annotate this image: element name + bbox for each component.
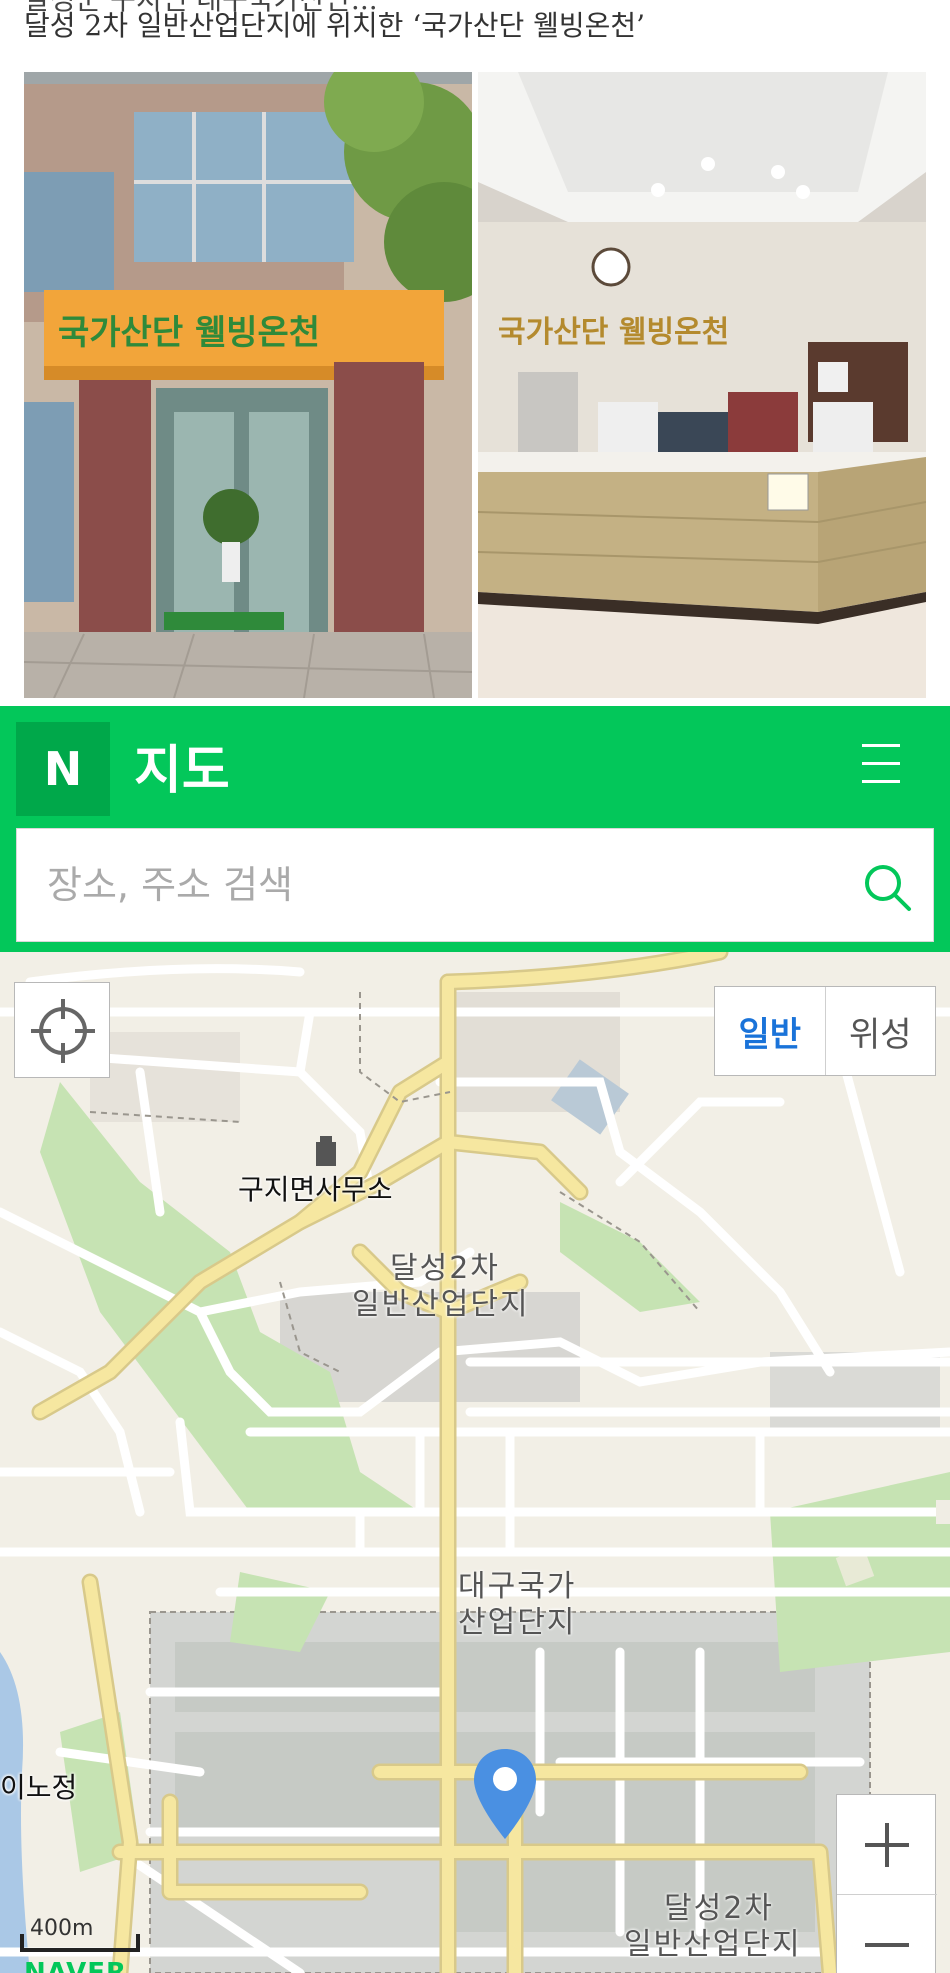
crosshair-icon	[31, 999, 95, 1063]
menu-button[interactable]	[856, 742, 906, 786]
label-national-line1: 대구국가	[458, 1569, 577, 1604]
naver-watermark: NAVER	[24, 1958, 128, 1973]
label-complex2-line2: 일반산업단지	[624, 1927, 802, 1962]
search-box[interactable]	[16, 828, 934, 942]
label-complex1-line2: 일반산업단지	[352, 1287, 530, 1322]
scale-bar	[20, 1934, 140, 1952]
hamburger-icon	[862, 744, 900, 747]
building-icon	[316, 1142, 336, 1166]
zoom-controls	[836, 1794, 937, 1973]
zoom-out-button[interactable]	[837, 1895, 937, 1973]
search-icon[interactable]	[859, 859, 915, 915]
label-complex2-line1: 달성2차	[664, 1891, 774, 1926]
lobby-reception-photo: 국가산단 웰빙온천	[478, 72, 926, 698]
plus-icon	[865, 1823, 909, 1867]
map-view[interactable]: 구지면사무소 달성2차 일반산업단지 대구국가 산업단지 이노정 달성2차 일반…	[0, 952, 950, 1973]
sign-text: 국가산단 웰빙온천	[58, 313, 320, 353]
search-input[interactable]	[47, 829, 827, 941]
location-pin-icon[interactable]	[470, 1747, 540, 1842]
naver-logo-letter: N	[43, 742, 83, 796]
article-caption: 달성군 구지면 대구국가산단... 달성 2차 일반산업단지에 위치한 ‘국가산…	[0, 0, 950, 70]
photo-pair: 국가산단 웰빙온천 국가산단 웰빙온천	[0, 70, 950, 702]
locate-button[interactable]	[14, 982, 110, 1078]
zoom-in-button[interactable]	[837, 1795, 937, 1895]
map-type-toggle: 일반 위성	[714, 986, 936, 1076]
map-type-normal-button[interactable]: 일반	[715, 987, 826, 1075]
label-national-line2: 산업단지	[458, 1605, 577, 1640]
building-exterior-photo: 국가산단 웰빙온천	[24, 72, 472, 698]
naver-map-header: N 지도	[0, 706, 950, 952]
map-type-satellite-button[interactable]: 위성	[826, 987, 936, 1075]
label-inojeong[interactable]: 이노정	[0, 1771, 77, 1804]
naver-logo[interactable]: N	[16, 722, 110, 816]
minus-icon	[865, 1943, 909, 1947]
wall-sign-text: 국가산단 웰빙온천	[498, 315, 729, 350]
map-title: 지도	[134, 741, 230, 801]
label-complex1-line1: 달성2차	[390, 1251, 500, 1286]
caption-text: 달성 2차 일반산업단지에 위치한 ‘국가산단 웰빙온천’	[24, 9, 646, 42]
label-office[interactable]: 구지면사무소	[238, 1173, 393, 1206]
